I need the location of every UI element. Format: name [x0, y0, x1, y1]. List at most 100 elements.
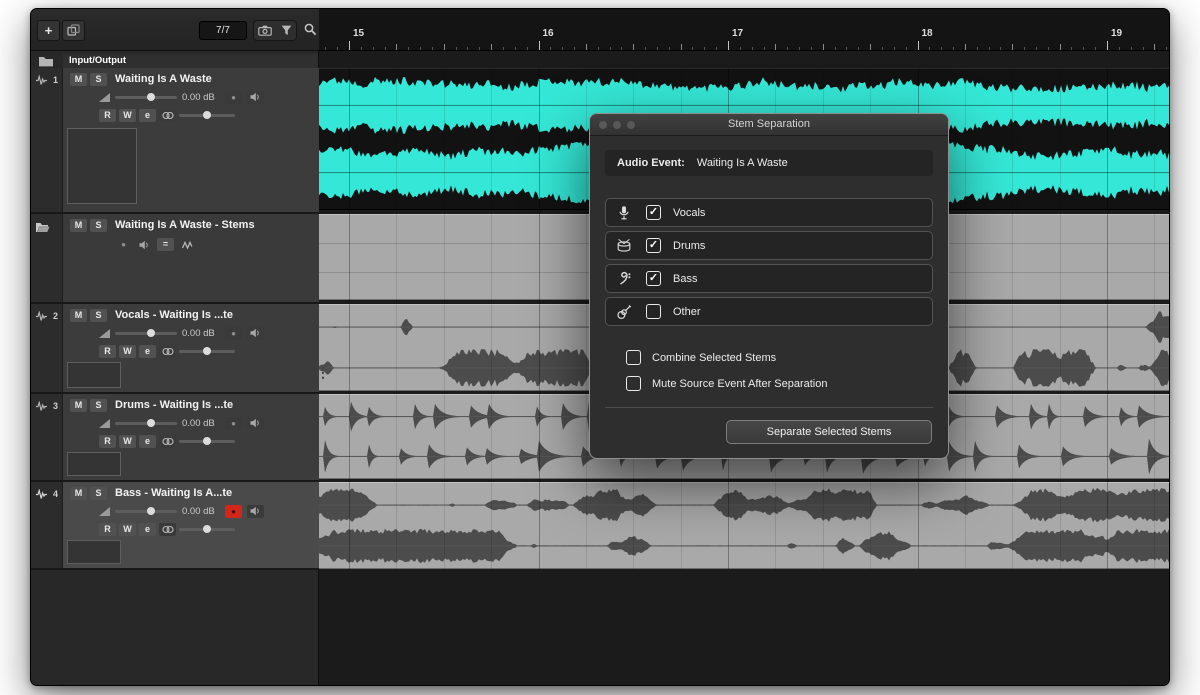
track-name: Vocals - Waiting Is ...te	[115, 309, 233, 321]
write-button[interactable]: W	[119, 109, 136, 122]
vocals-checkbox[interactable]: ✓	[646, 205, 661, 220]
track-header-vocals[interactable]: 2 M S Vocals - Waiting Is ...te 0.00 dB …	[31, 304, 319, 394]
audio-event-label: Audio Event:	[617, 157, 685, 169]
track-icon-cell: 2	[31, 304, 63, 392]
solo-button[interactable]: S	[90, 73, 107, 86]
bass-checkbox[interactable]: ✓	[646, 271, 661, 286]
project-folder-icon	[38, 55, 54, 67]
io-header[interactable]: Input/Output	[63, 54, 318, 68]
record-arm-button[interactable]: ●	[225, 417, 242, 430]
stem-row-drums[interactable]: ✓ Drums	[605, 231, 933, 260]
track-visibility-counter[interactable]: 7/7	[199, 21, 247, 40]
mute-button[interactable]: M	[70, 73, 87, 86]
solo-button[interactable]: S	[90, 219, 107, 232]
combine-option[interactable]: Combine Selected Stems	[613, 350, 776, 365]
stem-row-vocals[interactable]: ✓ Vocals	[605, 198, 933, 227]
track-header-drums[interactable]: 3 M S Drums - Waiting Is ...te 0.00 dB ●	[31, 394, 319, 482]
track-icon-cell: 3	[31, 394, 63, 480]
inserts-box[interactable]	[67, 128, 137, 204]
monitor-button[interactable]	[247, 417, 264, 430]
inserts-box[interactable]	[67, 540, 121, 564]
inserts-box[interactable]	[67, 452, 121, 476]
write-button[interactable]: W	[119, 435, 136, 448]
toolbar: + 7/7	[31, 9, 319, 51]
drums-checkbox[interactable]: ✓	[646, 238, 661, 253]
filter-button[interactable]	[281, 25, 292, 36]
record-arm-button[interactable]: ●	[115, 238, 132, 251]
speaker-icon	[250, 92, 261, 102]
visibility-tool-group	[253, 20, 297, 41]
solo-button[interactable]: S	[90, 487, 107, 500]
track-name: Waiting Is A Waste - Stems	[115, 219, 255, 231]
volume-slider[interactable]	[115, 510, 177, 513]
monitor-button[interactable]	[136, 238, 153, 251]
volume-slider[interactable]	[115, 332, 177, 335]
separate-button[interactable]: Separate Selected Stems	[726, 420, 932, 444]
pan-slider[interactable]	[179, 350, 235, 353]
stereo-button[interactable]	[159, 523, 176, 536]
read-button[interactable]: R	[99, 523, 116, 536]
volume-value[interactable]: 0.00 dB	[182, 328, 220, 339]
volume-value[interactable]: 0.00 dB	[182, 506, 220, 517]
pan-slider[interactable]	[179, 528, 235, 531]
stereo-button[interactable]	[159, 109, 176, 122]
track-header-waiting[interactable]: 1 M S Waiting Is A Waste 0.00 dB ●	[31, 68, 319, 214]
volume-slider[interactable]	[115, 422, 177, 425]
combine-checkbox[interactable]	[626, 350, 641, 365]
stem-label: Drums	[673, 240, 705, 252]
mute-button[interactable]: M	[70, 487, 87, 500]
mute-button[interactable]: M	[70, 399, 87, 412]
filter-icon	[281, 25, 292, 36]
mute-source-option[interactable]: Mute Source Event After Separation	[613, 376, 828, 391]
solo-button[interactable]: S	[90, 309, 107, 322]
dialog-titlebar[interactable]: Stem Separation	[590, 114, 948, 136]
edit-button[interactable]: e	[139, 523, 156, 536]
track-name: Drums - Waiting Is ...te	[115, 399, 233, 411]
stem-list: ✓ Vocals ✓ Drums	[605, 198, 933, 330]
mute-source-checkbox[interactable]	[626, 376, 641, 391]
read-button[interactable]: R	[99, 345, 116, 358]
microphone-icon	[615, 205, 633, 221]
inserts-box[interactable]	[67, 362, 121, 388]
edit-button[interactable]: e	[139, 435, 156, 448]
other-checkbox[interactable]	[646, 304, 661, 319]
monitor-button[interactable]	[247, 91, 264, 104]
monitor-button[interactable]	[247, 327, 264, 340]
mute-button[interactable]: M	[70, 309, 87, 322]
write-button[interactable]: W	[119, 345, 136, 358]
track-number: 2	[53, 311, 58, 321]
duplicate-track-button[interactable]	[62, 20, 85, 41]
solo-button[interactable]: S	[90, 399, 107, 412]
audio-event-bass[interactable]	[319, 482, 1170, 569]
pan-slider[interactable]	[179, 114, 235, 117]
record-arm-button[interactable]: ●	[225, 91, 242, 104]
timeline-ruler[interactable]: 1516171819	[319, 9, 1170, 51]
stems-split-button[interactable]	[178, 238, 195, 251]
track-header-stems-folder[interactable]: M S Waiting Is A Waste - Stems ● =	[31, 214, 319, 304]
volume-value[interactable]: 0.00 dB	[182, 418, 220, 429]
record-arm-button-active[interactable]: ●	[225, 505, 242, 518]
read-button[interactable]: R	[99, 109, 116, 122]
edit-button[interactable]: e	[139, 109, 156, 122]
camera-button[interactable]	[258, 25, 272, 36]
volume-slider[interactable]	[115, 96, 177, 99]
monitor-button[interactable]	[247, 505, 264, 518]
panel-splitter-handle[interactable]: ⋮	[316, 365, 330, 379]
search-button[interactable]	[301, 20, 319, 41]
stem-row-other[interactable]: Other	[605, 297, 933, 326]
mute-button[interactable]: M	[70, 219, 87, 232]
read-button[interactable]: R	[99, 435, 116, 448]
edit-button[interactable]: e	[139, 345, 156, 358]
volume-value[interactable]: 0.00 dB	[182, 92, 220, 103]
stereo-button[interactable]	[159, 435, 176, 448]
speaker-icon	[250, 418, 261, 428]
track-header-bass[interactable]: 4 M S Bass - Waiting Is A...te 0.00 dB ●	[31, 482, 319, 570]
audio-event-value: Waiting Is A Waste	[697, 157, 788, 169]
pan-slider[interactable]	[179, 440, 235, 443]
add-track-button[interactable]: +	[37, 20, 60, 41]
group-editing-button[interactable]: =	[157, 238, 174, 251]
stem-row-bass[interactable]: ✓ Bass	[605, 264, 933, 293]
stereo-button[interactable]	[159, 345, 176, 358]
record-arm-button[interactable]: ●	[225, 327, 242, 340]
write-button[interactable]: W	[119, 523, 136, 536]
